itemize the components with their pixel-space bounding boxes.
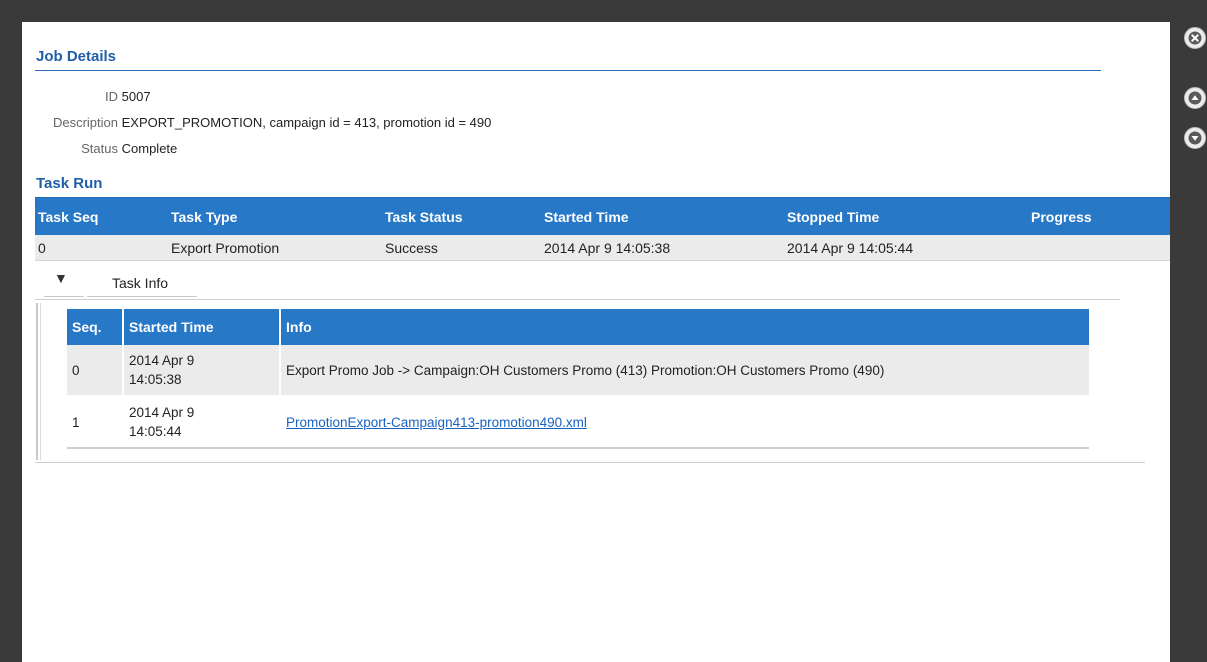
export-file-link[interactable]: PromotionExport-Campaign413-promotion490… [286, 415, 587, 430]
info-seq-cell: 0 [67, 345, 124, 397]
close-button[interactable] [1184, 27, 1206, 49]
close-icon [1188, 31, 1202, 45]
col-seq[interactable]: Seq. [67, 309, 124, 345]
chevron-down-icon [1188, 131, 1202, 145]
description-value: EXPORT_PROMOTION, campaign id = 413, pro… [121, 115, 492, 130]
id-value: 5007 [121, 89, 151, 104]
info-started-clock: 14:05:44 [129, 424, 182, 439]
info-text-cell: Export Promo Job -> Campaign:OH Customer… [280, 345, 1089, 397]
scroll-up-button[interactable] [1184, 87, 1206, 109]
task-info-header-row: Seq. Started Time Info [67, 309, 1089, 345]
title-rule [35, 70, 1101, 71]
expand-toggle[interactable]: ▼ [44, 269, 84, 297]
task-run-table: Task Seq Task Type Task Status Started T… [35, 197, 1170, 261]
task-info-table: Seq. Started Time Info 0 2014 Apr 9 14:0… [67, 309, 1089, 449]
panel-left-border [36, 303, 38, 460]
id-label: ID [105, 89, 118, 104]
task-type-cell: Export Promotion [168, 235, 382, 261]
col-info[interactable]: Info [280, 309, 1089, 345]
col-task-type[interactable]: Task Type [168, 197, 382, 235]
panel-bottom-divider [35, 462, 1145, 463]
id-field: ID 5007 [22, 89, 151, 104]
info-started-date: 2014 Apr 9 [129, 353, 195, 368]
chevron-up-icon [1188, 91, 1202, 105]
job-details-dialog: Job Details ID 5007 Description EXPORT_P… [22, 22, 1170, 662]
tab-task-info[interactable]: Task Info [87, 269, 197, 297]
task-status-cell: Success [382, 235, 541, 261]
table-row: 0 2014 Apr 9 14:05:38 Export Promo Job -… [67, 345, 1089, 397]
job-details-title: Job Details [36, 48, 117, 65]
col-task-seq[interactable]: Task Seq [35, 197, 168, 235]
task-run-header-row: Task Seq Task Type Task Status Started T… [35, 197, 1170, 235]
scroll-down-button[interactable] [1184, 127, 1206, 149]
task-seq-cell: 0 [35, 235, 168, 261]
progress-cell [1028, 235, 1170, 261]
info-started-clock: 14:05:38 [129, 372, 182, 387]
col-stopped-time[interactable]: Stopped Time [784, 197, 1028, 235]
status-label: Status [81, 141, 118, 156]
started-time-cell: 2014 Apr 9 14:05:38 [541, 235, 784, 261]
col-progress[interactable]: Progress [1028, 197, 1170, 235]
triangle-down-icon[interactable]: ▼ [54, 270, 68, 286]
info-started-time-cell: 2014 Apr 9 14:05:44 [123, 396, 281, 449]
task-run-title: Task Run [36, 175, 103, 192]
side-control-bar [1170, 0, 1207, 662]
col-started-time[interactable]: Started Time [541, 197, 784, 235]
stopped-time-cell: 2014 Apr 9 14:05:44 [784, 235, 1028, 261]
col-info-started-time[interactable]: Started Time [123, 309, 281, 345]
status-field: Status Complete [22, 141, 177, 156]
table-row: 1 2014 Apr 9 14:05:44 PromotionExport-Ca… [67, 396, 1089, 449]
status-value: Complete [121, 141, 178, 156]
info-link-cell: PromotionExport-Campaign413-promotion490… [280, 396, 1089, 449]
tab-task-info-label: Task Info [112, 275, 169, 291]
description-field: Description EXPORT_PROMOTION, campaign i… [22, 115, 491, 130]
panel-left-border-inner [40, 303, 41, 460]
table-row[interactable]: 0 Export Promotion Success 2014 Apr 9 14… [35, 235, 1170, 261]
description-label: Description [52, 115, 118, 130]
col-task-status[interactable]: Task Status [382, 197, 541, 235]
info-started-date: 2014 Apr 9 [129, 405, 195, 420]
info-seq-cell: 1 [67, 396, 124, 449]
info-started-time-cell: 2014 Apr 9 14:05:38 [123, 345, 281, 397]
